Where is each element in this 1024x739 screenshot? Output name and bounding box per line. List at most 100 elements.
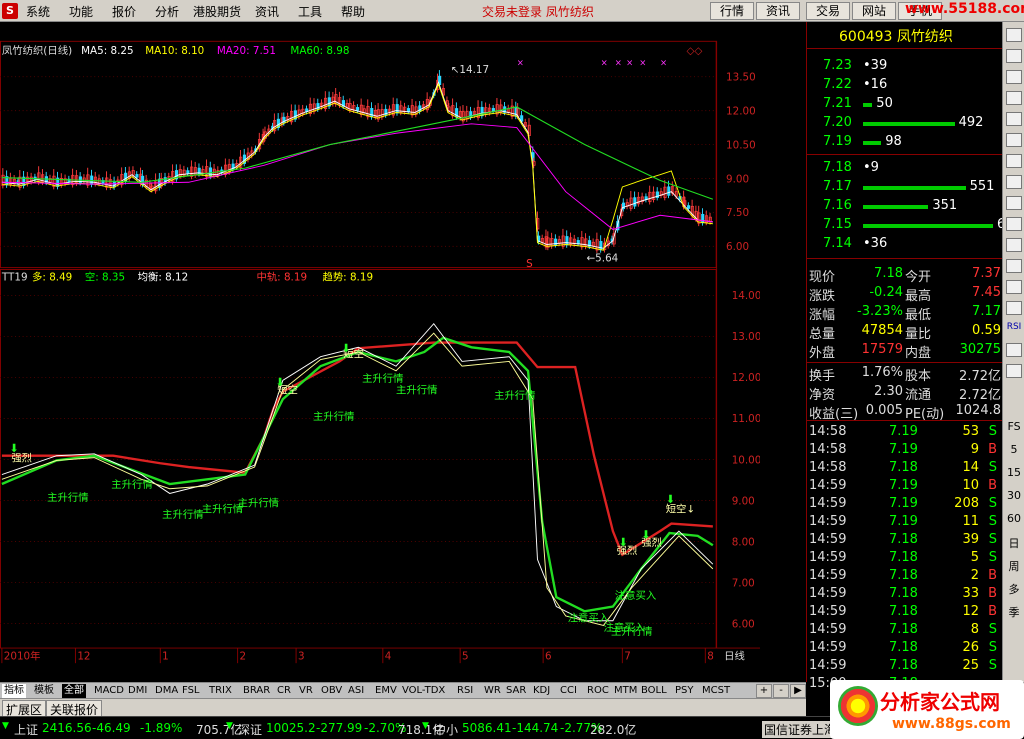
menu-6[interactable]: 工具: [298, 3, 322, 20]
menu-5[interactable]: 资讯: [255, 3, 279, 20]
indicator-tab-10[interactable]: VR: [297, 684, 315, 698]
indicator-tab-12[interactable]: ASI: [346, 684, 366, 698]
tick-volume: 25: [962, 658, 979, 673]
tab-nav-button[interactable]: +: [756, 684, 772, 698]
indicator-tab-11[interactable]: OBV: [319, 684, 344, 698]
sidebar-tool-icon[interactable]: [1006, 91, 1022, 105]
menu-1[interactable]: 功能: [69, 3, 93, 20]
sidebar-tool-icon[interactable]: [1006, 175, 1022, 189]
stat-value: 1.76%: [861, 365, 903, 380]
tab-nav-button[interactable]: ▶: [790, 684, 806, 698]
index-amount: 282.0亿: [590, 723, 637, 737]
sidebar-period-5[interactable]: 日: [1005, 535, 1023, 551]
menu-0[interactable]: 系统: [26, 3, 50, 20]
menu-bar: S 系统 功能 报价 分析 港股期货 资讯 工具 帮助 交易未登录 凤竹纺织 行情 资讯 交易 网站…: [0, 0, 1024, 22]
indicator-tab-14[interactable]: VOL-TDX: [400, 684, 447, 698]
toolbar-button-1[interactable]: 资讯: [756, 2, 800, 20]
sidebar-period-8[interactable]: 季: [1005, 604, 1023, 620]
sidebar-tool-icon[interactable]: [1006, 364, 1022, 378]
sidebar-period-3[interactable]: 30: [1005, 489, 1023, 502]
indicator-tab-19[interactable]: CCI: [558, 684, 579, 698]
indicator-tab-20[interactable]: ROC: [585, 684, 611, 698]
sidebar-tool-icon[interactable]: [1006, 280, 1022, 294]
tick-side: S: [988, 622, 997, 637]
indicator-tab-13[interactable]: EMV: [373, 684, 399, 698]
buy-level-row: 7.14 •36: [807, 236, 1003, 254]
sidebar-period-4[interactable]: 60: [1005, 512, 1023, 525]
tab-nav-button[interactable]: -: [773, 684, 789, 698]
buy-level-row: 7.17 551: [807, 179, 1003, 197]
toolbar-button-3[interactable]: 网站: [852, 2, 896, 20]
indicator-tab-5[interactable]: DMA: [153, 684, 180, 698]
indicator-tab-6[interactable]: FSL: [180, 684, 202, 698]
indicator-tab-4[interactable]: DMI: [126, 684, 149, 698]
tick-volume: 2: [970, 568, 979, 583]
indicator-tab-2[interactable]: 全部: [62, 684, 86, 698]
tick-row: 14:58 7.18 14 S: [807, 460, 1003, 478]
menu-3[interactable]: 分析: [155, 3, 179, 20]
menu-7[interactable]: 帮助: [341, 3, 365, 20]
sidebar-period-0[interactable]: FS: [1005, 420, 1023, 433]
toolbar-button-0[interactable]: 行情: [710, 2, 754, 20]
sidebar-tool-icon[interactable]: [1006, 28, 1022, 42]
tick-side: B: [988, 586, 997, 601]
menu-2[interactable]: 报价: [112, 3, 136, 20]
indicator-tab-21[interactable]: MTM: [612, 684, 639, 698]
xaxis-label: 1: [162, 650, 169, 662]
indicator-tab-7[interactable]: TRIX: [207, 684, 234, 698]
indicator-label-4: 趋势: 8.19: [322, 270, 373, 283]
tick-price: 7.18: [889, 658, 918, 673]
sidebar-period-7[interactable]: 多: [1005, 581, 1023, 597]
sidebar-tool-icon[interactable]: [1006, 49, 1022, 63]
tick-time: 14:59: [809, 532, 847, 547]
sidebar-tool-icon[interactable]: [1006, 343, 1022, 357]
tick-time: 14:59: [809, 550, 847, 565]
sell-level-row: 7.23 •39: [807, 58, 1003, 76]
sidebar-period-6[interactable]: 周: [1005, 558, 1023, 574]
stat-value: 0.005: [865, 403, 903, 418]
tick-volume: 208: [954, 496, 979, 511]
sidebar-tool-icon[interactable]: [1006, 217, 1022, 231]
indicator-tab-22[interactable]: BOLL: [639, 684, 669, 698]
indicator-tab-24[interactable]: MCST: [700, 684, 732, 698]
sidebar-tool-icon[interactable]: [1006, 70, 1022, 84]
toolbar-button-2[interactable]: 交易: [806, 2, 850, 20]
volume-bar: [863, 205, 929, 209]
tick-side: S: [988, 658, 997, 673]
indicator-tab-18[interactable]: KDJ: [531, 684, 552, 698]
sidebar-period-2[interactable]: 15: [1005, 466, 1023, 479]
sidebar-tool-icon[interactable]: [1006, 301, 1022, 315]
period-label[interactable]: 日线: [724, 649, 745, 662]
indicator-tab-3[interactable]: MACD: [92, 684, 126, 698]
indicator-tab-0[interactable]: 指标: [2, 684, 26, 698]
indicator-tab-17[interactable]: SAR: [504, 684, 528, 698]
sidebar-tool-icon[interactable]: [1006, 112, 1022, 126]
midline-trend: [1, 341, 713, 557]
menu-4[interactable]: 港股期货: [193, 3, 241, 20]
sidebar-tool-icon[interactable]: [1006, 238, 1022, 252]
indicator-tab-9[interactable]: CR: [275, 684, 293, 698]
stat-value: 2.30: [874, 384, 903, 399]
stat-label: 流通: [905, 388, 932, 403]
indicator-tab-8[interactable]: BRAR: [241, 684, 272, 698]
sidebar-tool-icon[interactable]: [1006, 154, 1022, 168]
indicator-tab-23[interactable]: PSY: [673, 684, 696, 698]
sidebar-tool-icon[interactable]: [1006, 259, 1022, 273]
xaxis-label: 4: [385, 650, 392, 662]
tick-time: 14:58: [809, 460, 847, 475]
tick-price: 7.18: [889, 460, 918, 475]
indicator-tab-16[interactable]: WR: [482, 684, 503, 698]
indicator-tab-15[interactable]: RSI: [455, 684, 475, 698]
sidebar-tool-icon[interactable]: [1006, 133, 1022, 147]
indicator-tab-1[interactable]: 模板: [32, 684, 56, 698]
sidebar-rsi[interactable]: RSI: [1005, 322, 1023, 332]
tick-time: 14:59: [809, 622, 847, 637]
bottom-ytick: 10.00: [732, 454, 760, 466]
index-name: 深证: [238, 723, 263, 737]
sidebar-period-1[interactable]: 5: [1005, 443, 1023, 456]
arrow-down-icon: ⬇: [275, 376, 284, 389]
stat-label: 总量: [809, 327, 836, 342]
xaxis-label: 7: [624, 650, 631, 662]
kline-chart[interactable]: 13.50 12.00 10.50 9.00 7.50 6.00 凤竹纺织(日线) MA5: …: [0, 22, 760, 682]
sidebar-tool-icon[interactable]: [1006, 196, 1022, 210]
